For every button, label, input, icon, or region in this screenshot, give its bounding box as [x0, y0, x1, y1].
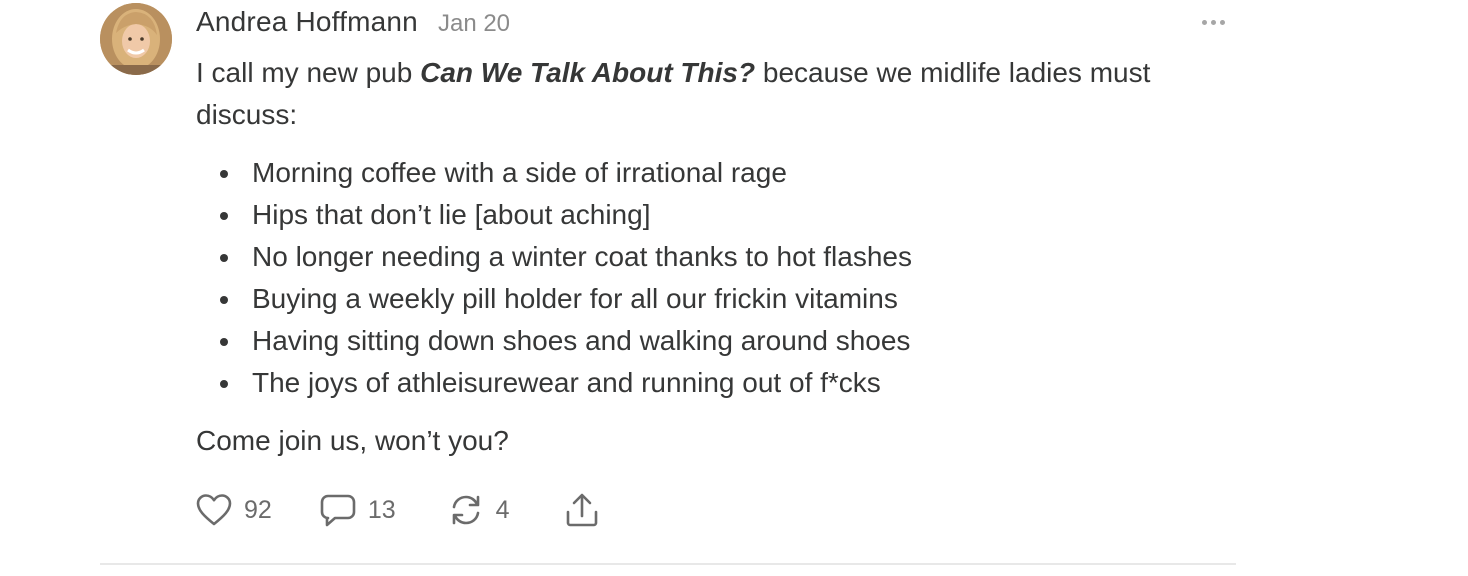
more-dot — [1210, 19, 1216, 25]
intro-text-before: I call my new pub — [196, 57, 421, 88]
avatar[interactable] — [100, 3, 172, 75]
restack-icon — [452, 495, 479, 525]
like-count: 92 — [244, 495, 272, 524]
author-name[interactable]: Andrea Hoffmann — [196, 6, 418, 38]
topic-list: Morning coffee with a side of irrational… — [196, 152, 1236, 404]
post-body: I call my new pub Can We Talk About This… — [196, 52, 1236, 462]
list-item: Morning coffee with a side of irrational… — [220, 152, 1236, 194]
post-date[interactable]: Jan 20 — [438, 10, 510, 38]
post-outro: Come join us, won’t you? — [196, 425, 509, 456]
restack-count: 4 — [495, 495, 510, 524]
list-item: Buying a weekly pill holder for all our … — [220, 278, 1236, 320]
share-button[interactable] — [564, 492, 600, 528]
avatar-image — [100, 3, 172, 75]
post-header: Andrea Hoffmann Jan 20 — [196, 6, 510, 42]
publication-title: Can We Talk About This? — [420, 57, 756, 88]
more-options-icon[interactable] — [1198, 10, 1228, 34]
share-icon — [566, 493, 597, 527]
note-post: Andrea Hoffmann Jan 20 I call my new pub… — [100, 0, 1236, 566]
list-item: Having sitting down shoes and walking ar… — [220, 320, 1236, 362]
list-item: Hips that don’t lie [about aching] — [220, 194, 1236, 236]
comment-bubble-icon — [320, 494, 356, 527]
comment-count: 13 — [367, 495, 396, 524]
heart-icon — [196, 494, 232, 526]
list-item: The joys of athleisurewear and running o… — [220, 362, 1236, 404]
more-dot — [1201, 19, 1207, 25]
more-dot — [1219, 19, 1225, 25]
like-button[interactable]: 92 — [196, 493, 272, 527]
comment-button[interactable]: 13 — [320, 492, 396, 528]
post-divider — [100, 563, 1236, 565]
list-item: No longer needing a winter coat thanks t… — [220, 236, 1236, 278]
restack-button[interactable]: 4 — [448, 492, 510, 528]
action-bar: 92 13 4 — [196, 490, 600, 530]
post-intro: I call my new pub Can We Talk About This… — [196, 52, 1236, 136]
